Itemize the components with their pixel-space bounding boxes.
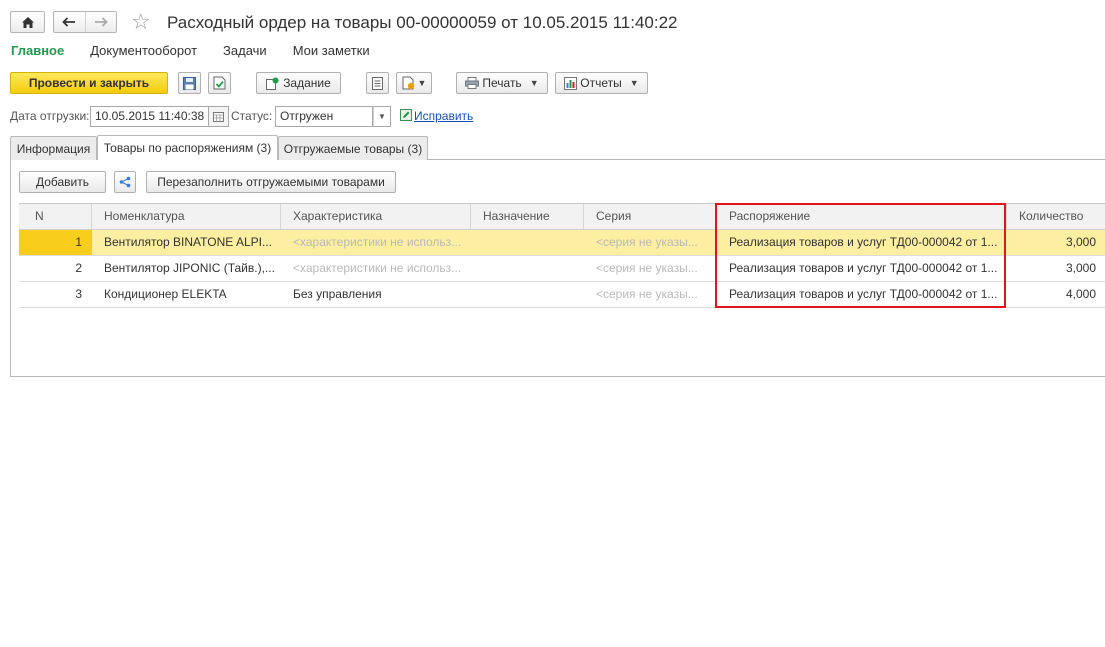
status-select[interactable]: Отгружен xyxy=(275,106,373,127)
tabs: Информация Товары по распоряжениям (3) О… xyxy=(10,135,1105,160)
cell-item: Вентилятор BINATONE ALPI... xyxy=(104,235,272,249)
column-header-n[interactable]: N xyxy=(19,204,92,229)
section-main[interactable]: Главное xyxy=(11,42,64,62)
column-header-purpose[interactable]: Назначение xyxy=(471,204,584,229)
print-button[interactable]: Печать ▼ xyxy=(456,72,548,94)
task-button-label: Задание xyxy=(283,76,331,90)
print-button-label: Печать xyxy=(482,76,522,90)
back-button[interactable] xyxy=(54,12,86,32)
cell-n: 1 xyxy=(19,230,92,255)
cell-series: <серия не указы... xyxy=(596,261,698,275)
task-button[interactable]: Задание xyxy=(256,72,341,94)
post-button[interactable] xyxy=(208,72,231,94)
reports-icon xyxy=(564,76,578,90)
cell-characteristic: <характеристики не использ... xyxy=(293,235,462,249)
edit-icon xyxy=(400,109,412,121)
section-my-notes[interactable]: Мои заметки xyxy=(293,42,370,62)
create-based-on-icon xyxy=(402,76,414,90)
back-arrow-icon xyxy=(62,17,76,27)
table-row[interactable]: 1 Вентилятор BINATONE ALPI... <характери… xyxy=(19,230,1105,256)
cell-characteristic: Без управления xyxy=(293,287,382,301)
refill-button[interactable]: Перезаполнить отгружаемыми товарами xyxy=(146,171,396,193)
cell-characteristic: <характеристики не использ... xyxy=(293,261,462,275)
section-document-flow[interactable]: Документооборот xyxy=(90,42,197,62)
task-icon xyxy=(266,77,279,90)
cell-purpose xyxy=(471,230,584,255)
structure-button[interactable] xyxy=(114,171,136,193)
cell-item: Вентилятор JIPONIC (Тайв.),... xyxy=(104,261,275,275)
command-bar: Провести и закрыть Задание ▼ Печать ▼ От… xyxy=(10,72,1100,96)
list-icon xyxy=(372,76,383,90)
reports-button-label: Отчеты xyxy=(580,76,622,90)
home-icon xyxy=(21,16,34,28)
star-icon[interactable]: ☆ xyxy=(131,9,151,35)
cell-order: Реализация товаров и услуг ТД00-000042 о… xyxy=(729,235,998,249)
cell-n: 3 xyxy=(75,287,82,301)
structure-icon xyxy=(119,176,131,188)
dropdown-icon: ▼ xyxy=(417,78,427,88)
goods-table: N Номенклатура Характеристика Назначение… xyxy=(19,203,1105,308)
cell-series: <серия не указы... xyxy=(596,235,698,249)
dropdown-icon: ▼ xyxy=(378,112,386,121)
tab-ordered-goods[interactable]: Товары по распоряжениям (3) xyxy=(97,135,278,160)
forward-arrow-icon xyxy=(94,17,108,27)
page-title: Расходный ордер на товары 00-00000059 от… xyxy=(167,13,678,32)
status-dropdown-button[interactable]: ▼ xyxy=(373,106,391,127)
cell-item: Кондиционер ELEKTA xyxy=(104,287,227,301)
reports-button[interactable]: Отчеты ▼ xyxy=(555,72,648,94)
cell-purpose xyxy=(471,282,584,307)
cell-quantity: 3,000 xyxy=(1065,235,1096,249)
create-based-on-button[interactable]: ▼ xyxy=(396,72,432,94)
column-header-characteristic[interactable]: Характеристика xyxy=(281,204,471,229)
table-header: N Номенклатура Характеристика Назначение… xyxy=(19,204,1105,230)
tab-body: Добавить Перезаполнить отгружаемыми това… xyxy=(10,160,1105,377)
cell-quantity: 3,000 xyxy=(1065,261,1096,275)
post-icon xyxy=(213,76,226,90)
title-bar: ☆ Расходный ордер на товары 00-00000059 … xyxy=(10,9,1100,36)
cell-order: Реализация товаров и услуг ТД00-000042 о… xyxy=(729,261,998,275)
cell-purpose xyxy=(471,256,584,281)
table-row[interactable]: 2 Вентилятор JIPONIC (Тайв.),... <характ… xyxy=(19,256,1105,282)
forward-button[interactable] xyxy=(86,12,117,32)
column-header-order[interactable]: Распоряжение xyxy=(717,204,1007,229)
home-button[interactable] xyxy=(10,11,45,33)
dropdown-icon: ▼ xyxy=(529,78,539,88)
shipment-date-field[interactable]: 10.05.2015 11:40:38 xyxy=(90,106,209,127)
cell-order: Реализация товаров и услуг ТД00-000042 о… xyxy=(729,287,998,301)
save-icon xyxy=(183,76,196,90)
cell-series: <серия не указы... xyxy=(596,287,698,301)
dropdown-icon: ▼ xyxy=(629,78,639,88)
print-icon xyxy=(465,77,480,89)
table-row[interactable]: 3 Кондиционер ELEKTA Без управления <сер… xyxy=(19,282,1105,308)
add-button[interactable]: Добавить xyxy=(19,171,106,193)
list-button[interactable] xyxy=(366,72,389,94)
section-tasks[interactable]: Задачи xyxy=(223,42,267,62)
cell-quantity: 4,000 xyxy=(1065,287,1096,301)
column-header-quantity[interactable]: Количество xyxy=(1007,204,1105,229)
tab-info[interactable]: Информация xyxy=(10,136,97,160)
calendar-button[interactable] xyxy=(209,106,229,127)
shipment-date-label: Дата отгрузки: xyxy=(10,109,90,123)
section-menu: Главное Документооборот Задачи Мои замет… xyxy=(11,42,396,62)
fix-link[interactable]: Исправить xyxy=(414,106,473,126)
document-fields: Дата отгрузки: 10.05.2015 11:40:38 Стату… xyxy=(10,106,1100,128)
post-and-close-button[interactable]: Провести и закрыть xyxy=(10,72,168,94)
navigation-buttons xyxy=(53,11,117,33)
status-label: Статус: xyxy=(231,109,273,123)
tab-shipped-goods[interactable]: Отгружаемые товары (3) xyxy=(278,136,428,160)
save-button[interactable] xyxy=(178,72,201,94)
column-header-series[interactable]: Серия xyxy=(584,204,717,229)
calendar-icon xyxy=(213,111,224,122)
column-header-item[interactable]: Номенклатура xyxy=(92,204,281,229)
cell-n: 2 xyxy=(75,261,82,275)
